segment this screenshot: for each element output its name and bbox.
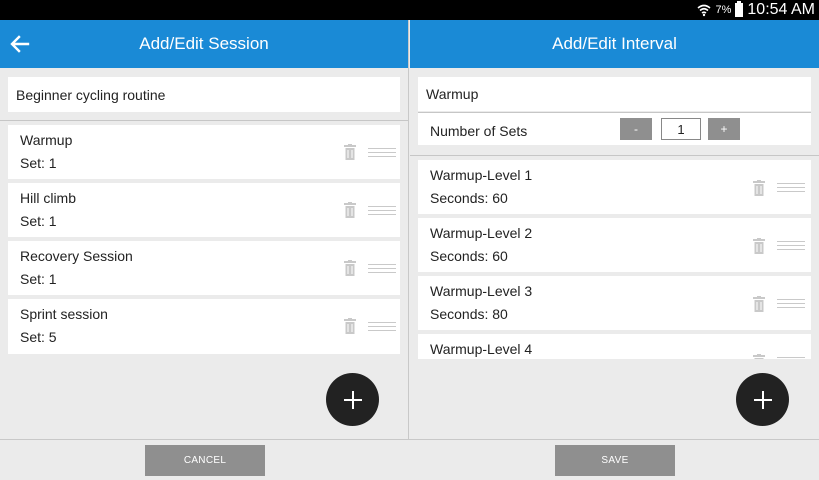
add-interval-button[interactable]: [326, 373, 379, 426]
sets-label: Number of Sets: [430, 123, 528, 139]
list-item[interactable]: Sprint session Set: 5: [8, 299, 400, 354]
interval-item-name: Warmup-Level 2: [430, 225, 533, 241]
plus-icon: [753, 390, 772, 409]
interval-divider: [410, 155, 819, 156]
session-app-bar: Add/Edit Session: [0, 20, 408, 68]
trash-icon[interactable]: [753, 296, 765, 312]
interval-name-field[interactable]: Warmup: [418, 77, 811, 111]
list-item[interactable]: Warmup-Level 1 Seconds: 60: [418, 160, 811, 214]
increment-button[interactable]: +: [708, 118, 740, 140]
decrement-button[interactable]: -: [620, 118, 652, 140]
trash-icon[interactable]: [753, 354, 765, 359]
interval-item-name: Warmup-Level 1: [430, 167, 533, 183]
drag-handle-icon[interactable]: [777, 183, 805, 192]
session-title: Add/Edit Session: [139, 34, 269, 53]
list-item[interactable]: Warmup Set: 1: [8, 125, 400, 179]
trash-icon[interactable]: [344, 260, 356, 276]
battery-percent: 7%: [715, 4, 732, 16]
session-pane: Add/Edit Session Beginner cycling routin…: [0, 20, 409, 440]
plus-icon: [343, 390, 362, 409]
number-of-sets-row: Number of Sets - 1 +: [418, 112, 811, 145]
interval-name-text: Warmup: [426, 86, 479, 102]
interval-title: Add/Edit Interval: [552, 34, 677, 53]
interval-list[interactable]: Warmup-Level 1 Seconds: 60 Warmup-Level …: [418, 160, 811, 359]
drag-handle-icon[interactable]: [368, 264, 396, 273]
interval-pane: Add/Edit Interval Warmup Number of Sets …: [410, 20, 819, 440]
status-bar: 7% 10:54 AM: [0, 0, 819, 20]
list-item[interactable]: Warmup-Level 4: [418, 334, 811, 359]
cancel-button[interactable]: CANCEL: [145, 445, 265, 476]
interval-item-name: Warmup-Level 3: [430, 283, 533, 299]
trash-icon[interactable]: [344, 318, 356, 334]
trash-icon[interactable]: [753, 180, 765, 196]
session-item-detail: Set: 1: [20, 271, 57, 287]
session-item-detail: Set: 1: [20, 155, 57, 171]
save-button[interactable]: SAVE: [555, 445, 675, 476]
drag-handle-icon[interactable]: [777, 357, 805, 359]
session-name-field[interactable]: Beginner cycling routine: [8, 77, 400, 112]
interval-item-name: Warmup-Level 4: [430, 341, 533, 357]
drag-handle-icon[interactable]: [368, 148, 396, 157]
drag-handle-icon[interactable]: [777, 241, 805, 250]
session-item-name: Recovery Session: [20, 248, 133, 264]
session-item-name: Sprint session: [20, 306, 108, 322]
session-item-name: Warmup: [20, 132, 73, 148]
bottom-action-bar: CANCEL SAVE: [0, 439, 819, 480]
session-item-detail: Set: 5: [20, 329, 57, 345]
interval-app-bar: Add/Edit Interval: [410, 20, 819, 68]
add-level-button[interactable]: [736, 373, 789, 426]
clock: 10:54 AM: [747, 1, 815, 18]
list-item[interactable]: Recovery Session Set: 1: [8, 241, 400, 295]
drag-handle-icon[interactable]: [777, 299, 805, 308]
drag-handle-icon[interactable]: [368, 206, 396, 215]
wifi-icon: [697, 4, 711, 17]
session-item-name: Hill climb: [20, 190, 76, 206]
list-item[interactable]: Warmup-Level 3 Seconds: 80: [418, 276, 811, 330]
list-item[interactable]: Hill climb Set: 1: [8, 183, 400, 237]
trash-icon[interactable]: [753, 238, 765, 254]
trash-icon[interactable]: [344, 202, 356, 218]
interval-item-detail: Seconds: 60: [430, 190, 508, 206]
session-item-detail: Set: 1: [20, 213, 57, 229]
back-arrow-icon[interactable]: [8, 32, 32, 56]
interval-item-detail: Seconds: 60: [430, 248, 508, 264]
sets-value-input[interactable]: 1: [661, 118, 701, 140]
drag-handle-icon[interactable]: [368, 322, 396, 331]
trash-icon[interactable]: [344, 144, 356, 160]
battery-icon: [735, 1, 744, 17]
session-name-text: Beginner cycling routine: [16, 86, 166, 103]
interval-item-detail: Seconds: 80: [430, 306, 508, 322]
session-divider: [0, 120, 408, 121]
list-item[interactable]: Warmup-Level 2 Seconds: 60: [418, 218, 811, 272]
